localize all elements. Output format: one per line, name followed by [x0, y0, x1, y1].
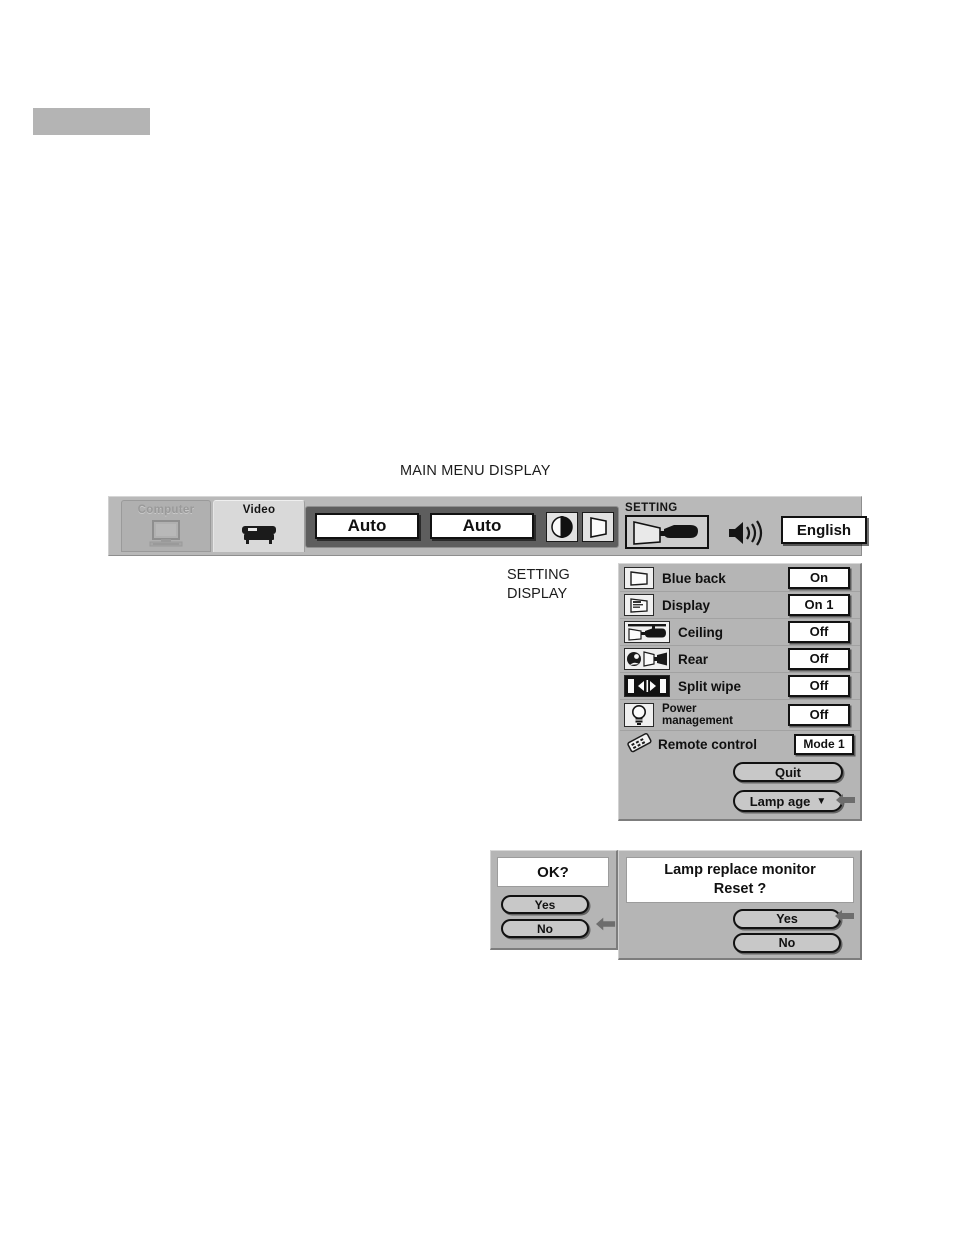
- split-wipe-icon: [624, 675, 670, 697]
- setting-panel: Blue back On Display On 1 Ceiling Off Re…: [618, 563, 862, 821]
- setting-row-remote-control[interactable]: Remote control Mode 1: [620, 731, 860, 757]
- rear-projection-icon: [624, 648, 670, 670]
- keystone-icon[interactable]: [582, 512, 614, 542]
- chevron-down-icon: ▼: [816, 795, 827, 807]
- setting-row-rear[interactable]: Rear Off: [620, 646, 860, 673]
- pointer-arrow-lamp-age: [836, 792, 856, 808]
- setting-label-ceiling: Ceiling: [678, 624, 724, 640]
- setting-value-rear[interactable]: Off: [788, 648, 850, 670]
- setting-value-ceiling[interactable]: Off: [788, 621, 850, 643]
- lamp-age-button[interactable]: Lamp age ▼: [733, 790, 843, 812]
- video-deck-icon: [239, 522, 279, 551]
- contrast-icon[interactable]: [546, 512, 578, 542]
- speaker-volume-icon[interactable]: [721, 517, 777, 549]
- auto-adjust-strip: Auto Auto: [305, 506, 619, 548]
- power-management-line2: management: [662, 715, 733, 727]
- setting-value-remote-control[interactable]: Mode 1: [794, 733, 854, 755]
- auto-button-1[interactable]: Auto: [315, 513, 419, 539]
- ok-dialog-no-button[interactable]: No: [501, 919, 589, 938]
- setting-row-split-wipe[interactable]: Split wipe Off: [620, 673, 860, 700]
- lamp-dialog-title-line2: Reset ?: [713, 881, 767, 897]
- setting-group-label: SETTING: [625, 502, 678, 514]
- projector-screen-icon[interactable]: [625, 515, 709, 549]
- ok-dialog-title: OK?: [497, 857, 609, 887]
- lamp-dialog-title: Lamp replace monitor Reset ?: [626, 857, 854, 903]
- tab-computer[interactable]: Computer: [121, 500, 211, 552]
- setting-label-blue-back: Blue back: [662, 570, 726, 586]
- language-button[interactable]: English: [781, 516, 867, 544]
- setting-value-power-management[interactable]: Off: [788, 704, 850, 726]
- ok-confirm-dialog: OK? Yes No: [490, 850, 618, 950]
- main-menu-bar: Computer Video Auto Auto SETTING English: [108, 496, 867, 556]
- tab-video[interactable]: Video: [213, 500, 305, 552]
- setting-label-remote-control: Remote control: [658, 736, 758, 752]
- lamp-dialog-title-line1: Lamp replace monitor: [664, 862, 816, 878]
- tab-video-label: Video: [242, 504, 276, 516]
- setting-label-split-wipe: Split wipe: [678, 678, 742, 694]
- remote-control-icon: [624, 733, 654, 755]
- on-screen-display-icon: [624, 594, 654, 616]
- setting-value-split-wipe[interactable]: Off: [788, 675, 850, 697]
- monitor-icon: [148, 520, 184, 553]
- lamp-replace-dialog: Lamp replace monitor Reset ? Yes No: [618, 850, 862, 960]
- setting-row-power-management[interactable]: Power management Off: [620, 700, 860, 731]
- main-menu-display-caption: MAIN MENU DISPLAY: [400, 463, 551, 479]
- blank-screen-icon: [624, 567, 654, 589]
- setting-display-caption: SETTING DISPLAY: [507, 566, 570, 604]
- setting-display-caption-line2: DISPLAY: [507, 586, 568, 602]
- auto-button-2[interactable]: Auto: [430, 513, 534, 539]
- setting-row-blue-back[interactable]: Blue back On: [620, 565, 860, 592]
- lamp-age-label: Lamp age: [749, 793, 811, 809]
- setting-label-rear: Rear: [678, 651, 709, 667]
- setting-row-display[interactable]: Display On 1: [620, 592, 860, 619]
- setting-value-display[interactable]: On 1: [788, 594, 850, 616]
- power-management-line1: Power: [662, 703, 697, 715]
- ceiling-mount-icon: [624, 621, 670, 643]
- setting-row-ceiling[interactable]: Ceiling Off: [620, 619, 860, 646]
- setting-label-power-management: Power management: [662, 703, 733, 727]
- header-gray-block: [33, 108, 150, 135]
- setting-display-caption-line1: SETTING: [507, 567, 570, 583]
- pointer-arrow-ok-dialog: [596, 916, 616, 932]
- setting-label-display: Display: [662, 597, 711, 613]
- quit-button[interactable]: Quit: [733, 762, 843, 782]
- lamp-bulb-icon: [624, 703, 654, 727]
- tab-computer-label: Computer: [137, 504, 195, 516]
- pointer-arrow-lamp-dialog: [835, 908, 855, 924]
- setting-value-blue-back[interactable]: On: [788, 567, 850, 589]
- ok-dialog-yes-button[interactable]: Yes: [501, 895, 589, 914]
- lamp-dialog-no-button[interactable]: No: [733, 933, 841, 953]
- lamp-dialog-yes-button[interactable]: Yes: [733, 909, 841, 929]
